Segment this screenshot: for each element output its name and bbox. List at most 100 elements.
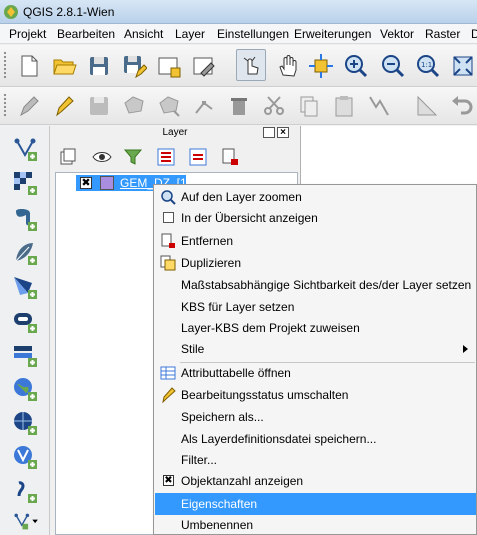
- menu-item-label: KBS für Layer setzen: [181, 300, 295, 314]
- menu-einstellungen[interactable]: Einstellungen: [217, 27, 289, 41]
- touch-zoom-button[interactable]: [236, 49, 266, 81]
- copy-features-button[interactable]: [294, 91, 324, 121]
- add-mssql-layer-icon: [14, 277, 37, 299]
- filter-legend-button[interactable]: [122, 146, 144, 168]
- open-project-button[interactable]: [49, 51, 79, 81]
- save-edits-button[interactable]: [84, 91, 114, 121]
- pan-button[interactable]: [273, 51, 303, 81]
- save-project-button[interactable]: [84, 51, 114, 81]
- menu-projekt[interactable]: Projekt: [9, 27, 46, 41]
- pan-icon: [279, 55, 297, 77]
- add-spatialite-layer-button[interactable]: [10, 238, 40, 268]
- menu-item-scale-visibility[interactable]: Maßstabsabhängige Sichtbarkeit des/der L…: [155, 274, 476, 296]
- move-feature-button[interactable]: [154, 91, 184, 121]
- menu-vektor[interactable]: Vektor: [380, 27, 414, 41]
- composer-manager-icon: [193, 57, 215, 77]
- manage-visibility-icon: [92, 152, 112, 162]
- add-raster-layer-button[interactable]: [10, 168, 40, 198]
- pan-to-selection-icon: [309, 54, 333, 78]
- add-oracle-layer-button[interactable]: [10, 306, 40, 336]
- menu-item-set-layer-crs[interactable]: KBS für Layer setzen: [155, 296, 476, 318]
- file-navigation-toolbar: 1:1: [0, 45, 477, 87]
- measure-angle-icon: [417, 95, 438, 116]
- add-group-button[interactable]: [57, 146, 79, 168]
- expand-all-button[interactable]: [155, 146, 177, 168]
- menu-item-remove[interactable]: Entfernen: [155, 230, 476, 252]
- add-feature-button[interactable]: [119, 91, 149, 121]
- collapse-all-button[interactable]: [187, 146, 209, 168]
- close-panel-button[interactable]: ×: [277, 127, 289, 138]
- menu-ansicht[interactable]: Ansicht: [124, 27, 163, 41]
- layer-visibility-checkbox[interactable]: ✖: [80, 177, 92, 189]
- composer-manager-button[interactable]: [189, 51, 219, 81]
- zoom-actual-size-button[interactable]: 1:1: [413, 51, 443, 81]
- remove-layer-button[interactable]: [219, 146, 241, 168]
- add-db2-layer-icon: [14, 346, 37, 367]
- expand-all-icon: [157, 148, 175, 166]
- undo-button[interactable]: [447, 91, 477, 121]
- add-db2-layer-button[interactable]: [10, 340, 40, 370]
- menu-bearbeiten[interactable]: Bearbeiten: [57, 27, 115, 41]
- current-edits-button[interactable]: [14, 91, 44, 121]
- add-delimited-text-icon: [17, 481, 37, 503]
- menu-item-duplicate[interactable]: Duplizieren: [155, 252, 476, 274]
- new-layer-button[interactable]: [4, 506, 48, 535]
- zoom-out-button[interactable]: [378, 51, 408, 81]
- toolbar-grip[interactable]: [3, 93, 7, 118]
- toggle-editing-icon: [162, 387, 176, 403]
- menu-item-label: Maßstabsabhängige Sichtbarkeit des/der L…: [181, 278, 472, 292]
- menu-item-set-project-crs[interactable]: Layer-KBS dem Projekt zuweisen: [155, 317, 476, 339]
- toggle-editing-button[interactable]: [49, 91, 79, 121]
- zoom-in-button[interactable]: [341, 51, 371, 81]
- menu-item-rename[interactable]: Umbenennen: [155, 514, 476, 535]
- add-postgis-layer-button[interactable]: [10, 204, 40, 234]
- zoom-full-button[interactable]: [448, 51, 477, 81]
- new-print-composer-button[interactable]: [154, 51, 184, 81]
- add-wms-layer-icon: [14, 378, 37, 401]
- add-wfs-layer-icon: [14, 446, 37, 469]
- menu-item-show-in-overview[interactable]: In der Übersicht anzeigen: [155, 207, 476, 229]
- zoom-in-icon: [345, 55, 368, 78]
- pan-to-selection-button[interactable]: [306, 51, 336, 81]
- menu-item-save-layer-definition[interactable]: Als Layerdefinitionsdatei speichern...: [155, 428, 476, 450]
- paste-features-button[interactable]: [329, 91, 359, 121]
- menu-item-label: Entfernen: [181, 234, 234, 248]
- menu-layer[interactable]: Layer: [175, 27, 205, 41]
- new-project-button[interactable]: [14, 51, 44, 81]
- add-delimited-text-button[interactable]: [10, 476, 40, 506]
- menu-item-styles[interactable]: Stile: [155, 338, 476, 360]
- open-project-icon: [53, 59, 77, 75]
- add-wfs-layer-button[interactable]: [10, 442, 40, 472]
- cut-features-button[interactable]: [259, 91, 289, 121]
- menu-more[interactable]: D: [471, 27, 477, 41]
- manage-visibility-button[interactable]: [91, 146, 113, 168]
- menu-bar: Projekt Bearbeiten Ansicht Layer Einstel…: [0, 24, 477, 44]
- add-feature-icon: [124, 96, 144, 114]
- save-as-button[interactable]: [119, 51, 149, 81]
- qgis-logo-icon: [4, 5, 18, 19]
- node-tool-button[interactable]: [189, 91, 219, 121]
- menu-raster[interactable]: Raster: [425, 27, 460, 41]
- digitize-button[interactable]: [364, 91, 394, 121]
- float-panel-button[interactable]: [263, 127, 275, 138]
- menu-item-zoom-to-layer[interactable]: Auf den Layer zoomen: [155, 186, 476, 208]
- toolbar-grip[interactable]: [3, 51, 7, 80]
- add-wcs-layer-button[interactable]: [10, 408, 40, 438]
- menu-item-label: In der Übersicht anzeigen: [181, 211, 318, 225]
- measure-angle-button[interactable]: [412, 91, 442, 121]
- menu-item-open-attribute-table[interactable]: Attributtabelle öffnen: [155, 362, 476, 384]
- menu-erweiterungen[interactable]: Erweiterungen: [294, 27, 371, 41]
- add-wms-layer-button[interactable]: [10, 374, 40, 404]
- add-mssql-layer-button[interactable]: [10, 272, 40, 302]
- delete-selected-button[interactable]: [224, 91, 254, 121]
- menu-item-label: Layer-KBS dem Projekt zuweisen: [181, 321, 360, 335]
- menu-item-properties[interactable]: Eigenschaften: [155, 493, 476, 515]
- menu-item-toggle-editing[interactable]: Bearbeitungsstatus umschalten: [155, 384, 476, 406]
- add-vector-layer-button[interactable]: [10, 134, 40, 164]
- delete-selected-icon: [231, 98, 247, 115]
- feature-count-checkbox[interactable]: ✖: [163, 475, 174, 486]
- menu-item-save-as[interactable]: Speichern als...: [155, 406, 476, 428]
- show-in-overview-checkbox[interactable]: [163, 212, 174, 223]
- menu-item-show-feature-count[interactable]: ✖ Objektanzahl anzeigen: [155, 470, 476, 492]
- menu-item-filter[interactable]: Filter...: [155, 449, 476, 471]
